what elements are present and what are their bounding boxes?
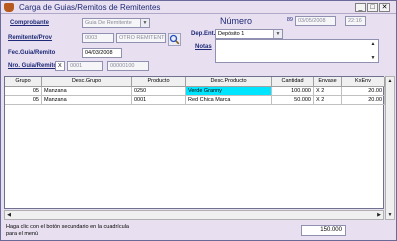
close-button[interactable]: ✕ <box>379 3 390 12</box>
remitente-code-field[interactable]: 0003 <box>82 33 114 43</box>
numero-label: Número <box>220 16 253 26</box>
comprobante-select[interactable]: Guia De Remitente ▼ <box>82 18 150 28</box>
cell-kxenv[interactable]: 20.00 <box>342 87 385 96</box>
cell-envase[interactable]: X 2 <box>314 96 342 105</box>
search-icon <box>169 34 180 45</box>
cell-desc-producto[interactable]: Red Chica Marca <box>186 96 272 105</box>
remitente-name-field[interactable]: OTRO REMITENTE NO LO SE <box>116 33 166 43</box>
scroll-left-icon[interactable]: ◀ <box>5 211 13 219</box>
nro-number-field[interactable]: 00000100 <box>107 61 149 71</box>
nro-guia-label: Nro. Guia/Remito <box>8 63 58 69</box>
cell-producto[interactable]: 0250 <box>132 87 186 96</box>
scroll-up-icon[interactable]: ▲ <box>369 40 377 48</box>
dep-ent-label: Dep.Ent. <box>191 31 216 37</box>
maximize-button[interactable]: □ <box>367 3 378 12</box>
numero-value: 89 <box>286 17 293 23</box>
cell-desc-grupo[interactable]: Manzana <box>42 87 132 96</box>
app-icon <box>4 3 14 12</box>
scroll-right-icon[interactable]: ▶ <box>375 211 383 219</box>
dep-ent-value: Depósito 1 <box>218 31 245 37</box>
comprobante-label: Comprobante <box>10 20 49 26</box>
notas-textarea[interactable]: ▲ ▼ <box>215 39 379 63</box>
chevron-down-icon[interactable]: ▼ <box>273 30 282 38</box>
cell-grupo[interactable]: 05 <box>5 96 42 105</box>
scroll-up-icon[interactable]: ▲ <box>386 77 394 85</box>
nro-letter-field[interactable]: X <box>55 61 65 71</box>
chevron-down-icon[interactable]: ▼ <box>140 19 149 27</box>
items-grid[interactable]: Grupo Desc.Grupo Producto Desc.Producto … <box>4 76 385 209</box>
total-cantidad-field: 150.000 <box>301 225 346 236</box>
col-header-envase[interactable]: Envase <box>314 77 342 87</box>
grid-horizontal-scrollbar[interactable]: ◀ ▶ <box>4 210 384 220</box>
grid-hint-text: Haga clic con el botón secundario en la … <box>6 224 129 237</box>
scroll-down-icon[interactable]: ▼ <box>369 54 377 62</box>
cell-desc-producto-selected[interactable]: Verde Granny <box>186 87 272 96</box>
cell-desc-grupo[interactable]: Manzana <box>42 96 132 105</box>
col-header-grupo[interactable]: Grupo <box>5 77 42 87</box>
fec-guia-label: Fec.Guia/Remito <box>8 50 56 56</box>
notas-label: Notas <box>195 44 212 50</box>
cell-kxenv[interactable]: 20.00 <box>342 96 385 105</box>
time-field: 22:16 <box>345 16 366 26</box>
search-button[interactable] <box>168 33 181 46</box>
main-window: Carga de Guias/Remitos de Remitentes _ □… <box>0 0 397 241</box>
window-title: Carga de Guias/Remitos de Remitentes <box>19 3 161 12</box>
cell-grupo[interactable]: 05 <box>5 87 42 96</box>
col-header-kxenv[interactable]: KxEnv <box>342 77 385 87</box>
cell-cantidad[interactable]: 50.000 <box>272 96 314 105</box>
remitente-label: Remitente/Prov <box>8 35 53 41</box>
date-field: 03/05/2008 <box>295 16 336 26</box>
fec-guia-field[interactable]: 04/03/2008 <box>82 48 122 58</box>
comprobante-value: Guia De Remitente <box>85 20 132 26</box>
title-bar[interactable]: Carga de Guias/Remitos de Remitentes _ □… <box>1 1 396 14</box>
dep-ent-select[interactable]: Depósito 1 ▼ <box>215 29 283 39</box>
col-header-desc-grupo[interactable]: Desc.Grupo <box>42 77 132 87</box>
grid-vertical-scrollbar[interactable]: ▲ ▼ <box>385 76 395 220</box>
col-header-cantidad[interactable]: Cantidad <box>272 77 314 87</box>
scroll-down-icon[interactable]: ▼ <box>386 211 394 219</box>
minimize-button[interactable]: _ <box>355 3 366 12</box>
cell-envase[interactable]: X 2 <box>314 87 342 96</box>
col-header-desc-producto[interactable]: Desc.Producto <box>186 77 272 87</box>
nro-prefix-field[interactable]: 0001 <box>67 61 103 71</box>
col-header-producto[interactable]: Producto <box>132 77 186 87</box>
cell-producto[interactable]: 0001 <box>132 96 186 105</box>
cell-cantidad[interactable]: 100.000 <box>272 87 314 96</box>
